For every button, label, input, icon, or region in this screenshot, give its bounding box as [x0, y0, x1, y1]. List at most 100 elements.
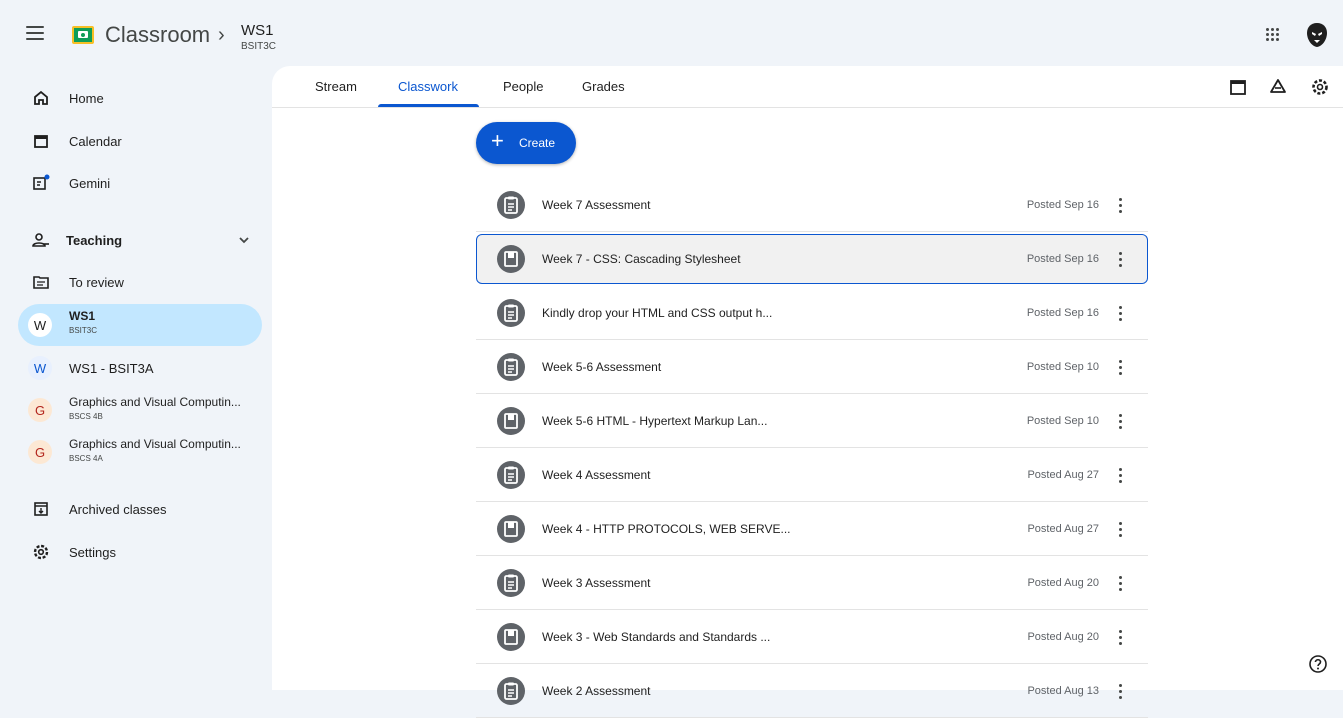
more-options-icon[interactable]: [1118, 466, 1124, 484]
classwork-item-title: Week 5-6 Assessment: [542, 360, 662, 374]
more-options-icon[interactable]: [1118, 196, 1124, 214]
gear-icon[interactable]: [1310, 77, 1330, 97]
classwork-item[interactable]: Week 7 - CSS: Cascading Stylesheet Posted…: [476, 232, 1148, 286]
main-menu-icon[interactable]: [26, 26, 44, 40]
classwork-item-date: Posted Sep 10: [1026, 361, 1099, 373]
class-section: BSIT3C: [241, 41, 277, 52]
tab-grades[interactable]: Grades: [582, 79, 625, 94]
classwork-item[interactable]: Kindly drop your HTML and CSS output h..…: [476, 286, 1148, 340]
classwork-item-date: Posted Sep 16: [1026, 199, 1099, 211]
tab-classwork[interactable]: Classwork: [398, 79, 458, 94]
more-options-icon[interactable]: [1118, 520, 1124, 538]
classwork-item-title: Week 7 Assessment: [542, 198, 651, 212]
calendar-icon[interactable]: [1228, 77, 1248, 97]
material-icon: [497, 623, 525, 651]
sidebar-item-gemini[interactable]: Gemini: [0, 163, 262, 203]
more-options-icon[interactable]: [1118, 304, 1124, 322]
classwork-panel: Stream Classwork People Grades + Create …: [272, 66, 1343, 718]
classwork-item-title: Week 3 - Web Standards and Standards ...: [542, 630, 771, 644]
sidebar-item-label: Archived classes: [69, 501, 167, 517]
sidebar: Home Calendar Gemini Teaching To review …: [0, 66, 272, 690]
sidebar-item-label: Teaching: [66, 232, 123, 248]
teaching-icon: [32, 233, 49, 247]
class-section: BSIT3C: [69, 326, 98, 335]
classwork-item-title: Week 4 - HTTP PROTOCOLS, WEB SERVE...: [542, 522, 791, 536]
sidebar-item-settings[interactable]: Settings: [0, 532, 262, 572]
classwork-item-date: Posted Sep 16: [1026, 253, 1099, 265]
classwork-item[interactable]: Week 3 - Web Standards and Standards ...…: [476, 610, 1148, 664]
home-icon: [34, 90, 48, 105]
material-icon: [497, 407, 525, 435]
tab-people[interactable]: People: [503, 79, 543, 94]
class-name: Graphics and Visual Computin...: [69, 395, 241, 409]
classwork-item-title: Kindly drop your HTML and CSS output h..…: [542, 306, 773, 320]
classwork-item-date: Posted Sep 16: [1026, 307, 1099, 319]
sidebar-item-archived[interactable]: Archived classes: [0, 489, 262, 529]
class-letter-avatar: W: [28, 313, 52, 337]
more-options-icon[interactable]: [1118, 574, 1124, 592]
classwork-item-title: Week 3 Assessment: [542, 576, 651, 590]
class-letter-avatar: G: [28, 440, 52, 464]
more-options-icon[interactable]: [1118, 358, 1124, 376]
gear-icon: [33, 544, 49, 560]
class-letter-avatar: W: [28, 356, 52, 380]
sidebar-item-label: Calendar: [69, 133, 122, 149]
assignment-icon: [497, 299, 525, 327]
sidebar-item-class-ws1-bsit3c[interactable]: W WS1 BSIT3C: [18, 304, 262, 346]
class-name: WS1: [69, 309, 96, 323]
drive-icon[interactable]: [1268, 77, 1288, 97]
more-options-icon[interactable]: [1118, 682, 1124, 700]
folder-icon: [33, 276, 49, 289]
classwork-item[interactable]: Week 5-6 HTML - Hypertext Markup Lan... P…: [476, 394, 1148, 448]
class-letter-avatar: G: [28, 398, 52, 422]
active-tab-indicator: [378, 104, 479, 107]
classwork-item[interactable]: Week 7 Assessment Posted Sep 16: [476, 178, 1148, 232]
create-button-label: Create: [519, 136, 556, 150]
account-avatar[interactable]: [1305, 22, 1329, 48]
sidebar-item-calendar[interactable]: Calendar: [0, 121, 262, 161]
classwork-item-date: Posted Aug 20: [1027, 631, 1099, 643]
sidebar-item-label: Settings: [69, 544, 116, 560]
chevron-down-icon[interactable]: [238, 234, 250, 246]
sidebar-item-home[interactable]: Home: [0, 78, 262, 118]
classwork-item-date: Posted Aug 13: [1027, 685, 1099, 697]
sidebar-item-class-graphics-4a[interactable]: G Graphics and Visual Computin... BSCS 4…: [0, 432, 262, 472]
classwork-item[interactable]: Week 5-6 Assessment Posted Sep 10: [476, 340, 1148, 394]
sidebar-item-label: To review: [69, 274, 124, 290]
classroom-logo-icon[interactable]: [72, 26, 94, 44]
classwork-item-date: Posted Aug 20: [1027, 577, 1099, 589]
archive-icon: [34, 502, 48, 516]
classwork-item-date: Posted Aug 27: [1027, 469, 1099, 481]
classwork-item[interactable]: Week 4 - HTTP PROTOCOLS, WEB SERVE... Pos…: [476, 502, 1148, 556]
class-title[interactable]: WS1: [241, 22, 274, 39]
classwork-item[interactable]: Week 2 Assessment Posted Aug 13: [476, 664, 1148, 718]
help-icon[interactable]: [1308, 654, 1328, 674]
sidebar-item-teaching[interactable]: Teaching: [0, 220, 262, 260]
sidebar-item-to-review[interactable]: To review: [0, 262, 262, 302]
classwork-item[interactable]: Week 4 Assessment Posted Aug 27: [476, 448, 1148, 502]
classwork-item-date: Posted Sep 10: [1026, 415, 1099, 427]
plus-icon: +: [491, 128, 504, 153]
tab-stream[interactable]: Stream: [315, 79, 357, 94]
more-options-icon[interactable]: [1118, 628, 1124, 646]
sidebar-item-label: Home: [69, 90, 104, 106]
more-options-icon[interactable]: [1118, 250, 1124, 268]
classwork-item-date: Posted Aug 27: [1027, 523, 1099, 535]
class-section: BSCS 4B: [69, 412, 103, 421]
class-name: Graphics and Visual Computin...: [69, 437, 241, 451]
tab-bar: Stream Classwork People Grades: [272, 66, 1343, 108]
app-title[interactable]: Classroom: [105, 22, 210, 48]
google-apps-icon[interactable]: [1266, 28, 1280, 42]
material-icon: [497, 515, 525, 543]
sidebar-item-class-graphics-4b[interactable]: G Graphics and Visual Computin... BSCS 4…: [0, 390, 262, 430]
classwork-item[interactable]: Week 3 Assessment Posted Aug 20: [476, 556, 1148, 610]
top-bar: Classroom › WS1 BSIT3C: [0, 0, 1343, 66]
material-icon: [497, 245, 525, 273]
assignment-icon: [497, 191, 525, 219]
create-button[interactable]: + Create: [476, 122, 576, 164]
sidebar-item-class-ws1-bsit3a[interactable]: W WS1 - BSIT3A: [0, 348, 262, 388]
class-name: WS1 - BSIT3A: [69, 360, 154, 376]
breadcrumb-chevron-icon: ›: [218, 24, 225, 46]
classwork-item-title: Week 4 Assessment: [542, 468, 651, 482]
more-options-icon[interactable]: [1118, 412, 1124, 430]
